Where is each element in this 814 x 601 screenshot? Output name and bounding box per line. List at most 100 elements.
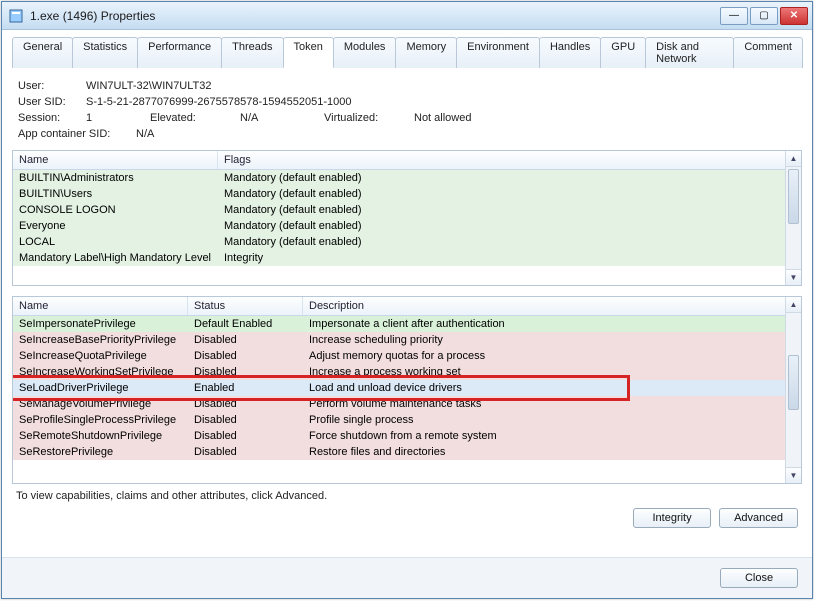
close-button[interactable]: Close bbox=[720, 568, 798, 588]
groups-scrollbar[interactable]: ▲ ▼ bbox=[785, 151, 801, 285]
privilege-row[interactable]: SeRestorePrivilegeDisabledRestore files … bbox=[13, 444, 785, 460]
tab-statistics[interactable]: Statistics bbox=[72, 37, 138, 68]
privilege-row[interactable]: SeImpersonatePrivilegeDefault EnabledImp… bbox=[13, 316, 785, 332]
scroll-down-icon[interactable]: ▼ bbox=[786, 467, 801, 483]
user-value: WIN7ULT-32\WIN7ULT32 bbox=[86, 78, 212, 94]
privilege-name: SeIncreaseBasePriorityPrivilege bbox=[13, 333, 188, 347]
group-row[interactable]: LOCALMandatory (default enabled) bbox=[13, 234, 785, 250]
group-flags: Mandatory (default enabled) bbox=[218, 187, 785, 201]
close-window-button[interactable]: ✕ bbox=[780, 7, 808, 25]
tab-modules[interactable]: Modules bbox=[333, 37, 397, 68]
tab-memory[interactable]: Memory bbox=[395, 37, 457, 68]
tab-strip: GeneralStatisticsPerformanceThreadsToken… bbox=[12, 36, 802, 68]
privilege-description: Load and unload device drivers bbox=[303, 381, 785, 395]
elevated-label: Elevated: bbox=[150, 110, 240, 126]
scroll-up-icon[interactable]: ▲ bbox=[786, 151, 801, 167]
scroll-thumb[interactable] bbox=[788, 355, 799, 410]
privilege-name: SeRestorePrivilege bbox=[13, 445, 188, 459]
minimize-button[interactable]: — bbox=[720, 7, 748, 25]
privilege-status: Disabled bbox=[188, 413, 303, 427]
group-row[interactable]: CONSOLE LOGONMandatory (default enabled) bbox=[13, 202, 785, 218]
advanced-button[interactable]: Advanced bbox=[719, 508, 798, 528]
appcontainer-label: App container SID: bbox=[18, 126, 136, 142]
privilege-row[interactable]: SeLoadDriverPrivilegeEnabledLoad and unl… bbox=[13, 380, 785, 396]
privilege-row[interactable]: SeIncreaseQuotaPrivilegeDisabledAdjust m… bbox=[13, 348, 785, 364]
group-name: CONSOLE LOGON bbox=[13, 203, 218, 217]
privilege-row[interactable]: SeProfileSingleProcessPrivilegeDisabledP… bbox=[13, 412, 785, 428]
groups-col-flags[interactable]: Flags bbox=[218, 151, 801, 169]
privilege-row[interactable]: SeRemoteShutdownPrivilegeDisabledForce s… bbox=[13, 428, 785, 444]
group-name: BUILTIN\Users bbox=[13, 187, 218, 201]
privilege-status: Disabled bbox=[188, 429, 303, 443]
user-label: User: bbox=[18, 78, 86, 94]
token-info: User: WIN7ULT-32\WIN7ULT32 User SID: S-1… bbox=[12, 74, 802, 150]
sid-label: User SID: bbox=[18, 94, 86, 110]
group-flags: Mandatory (default enabled) bbox=[218, 171, 785, 185]
priv-col-name[interactable]: Name bbox=[13, 297, 188, 315]
privilege-name: SeProfileSingleProcessPrivilege bbox=[13, 413, 188, 427]
priv-col-description[interactable]: Description bbox=[303, 297, 801, 315]
group-name: Everyone bbox=[13, 219, 218, 233]
group-row[interactable]: BUILTIN\UsersMandatory (default enabled) bbox=[13, 186, 785, 202]
group-name: BUILTIN\Administrators bbox=[13, 171, 218, 185]
privilege-status: Disabled bbox=[188, 397, 303, 411]
dialog-content: GeneralStatisticsPerformanceThreadsToken… bbox=[2, 30, 812, 557]
group-flags: Integrity bbox=[218, 251, 785, 265]
maximize-button[interactable]: ▢ bbox=[750, 7, 778, 25]
privileges-header[interactable]: Name Status Description bbox=[13, 297, 801, 316]
privilege-status: Disabled bbox=[188, 365, 303, 379]
properties-window: 1.exe (1496) Properties — ▢ ✕ GeneralSta… bbox=[1, 1, 813, 599]
privilege-name: SeIncreaseQuotaPrivilege bbox=[13, 349, 188, 363]
privilege-row[interactable]: SeIncreaseBasePriorityPrivilegeDisabledI… bbox=[13, 332, 785, 348]
scroll-up-icon[interactable]: ▲ bbox=[786, 297, 801, 313]
appcontainer-value: N/A bbox=[136, 126, 154, 142]
privilege-status: Disabled bbox=[188, 445, 303, 459]
virtualized-value: Not allowed bbox=[414, 110, 471, 126]
groups-header[interactable]: Name Flags bbox=[13, 151, 801, 170]
privileges-scrollbar[interactable]: ▲ ▼ bbox=[785, 297, 801, 483]
privilege-status: Disabled bbox=[188, 333, 303, 347]
integrity-button[interactable]: Integrity bbox=[633, 508, 711, 528]
dialog-footer: Close bbox=[2, 557, 812, 598]
tab-environment[interactable]: Environment bbox=[456, 37, 540, 68]
group-row[interactable]: EveryoneMandatory (default enabled) bbox=[13, 218, 785, 234]
tab-token[interactable]: Token bbox=[283, 37, 334, 68]
scroll-thumb[interactable] bbox=[788, 169, 799, 224]
privilege-description: Increase scheduling priority bbox=[303, 333, 785, 347]
privileges-list[interactable]: Name Status Description SeImpersonatePri… bbox=[12, 296, 802, 484]
privilege-status: Disabled bbox=[188, 349, 303, 363]
privilege-name: SeIncreaseWorkingSetPrivilege bbox=[13, 365, 188, 379]
group-flags: Mandatory (default enabled) bbox=[218, 219, 785, 233]
sid-value: S-1-5-21-2877076999-2675578578-159455205… bbox=[86, 94, 351, 110]
groups-col-name[interactable]: Name bbox=[13, 151, 218, 169]
elevated-value: N/A bbox=[240, 110, 300, 126]
tab-handles[interactable]: Handles bbox=[539, 37, 601, 68]
privilege-row[interactable]: SeManageVolumePrivilegeDisabledPerform v… bbox=[13, 396, 785, 412]
privilege-status: Default Enabled bbox=[188, 317, 303, 331]
groups-list[interactable]: Name Flags BUILTIN\AdministratorsMandato… bbox=[12, 150, 802, 286]
window-title: 1.exe (1496) Properties bbox=[30, 9, 720, 23]
tab-threads[interactable]: Threads bbox=[221, 37, 283, 68]
privilege-status: Enabled bbox=[188, 381, 303, 395]
app-icon bbox=[8, 8, 24, 24]
tab-general[interactable]: General bbox=[12, 37, 73, 68]
privilege-description: Impersonate a client after authenticatio… bbox=[303, 317, 785, 331]
privilege-description: Adjust memory quotas for a process bbox=[303, 349, 785, 363]
privilege-name: SeManageVolumePrivilege bbox=[13, 397, 188, 411]
tab-comment[interactable]: Comment bbox=[733, 37, 803, 68]
group-row[interactable]: BUILTIN\AdministratorsMandatory (default… bbox=[13, 170, 785, 186]
titlebar[interactable]: 1.exe (1496) Properties — ▢ ✕ bbox=[2, 2, 812, 30]
hint-text: To view capabilities, claims and other a… bbox=[12, 484, 802, 502]
scroll-down-icon[interactable]: ▼ bbox=[786, 269, 801, 285]
privilege-row[interactable]: SeIncreaseWorkingSetPrivilegeDisabledInc… bbox=[13, 364, 785, 380]
privilege-description: Perform volume maintenance tasks bbox=[303, 397, 785, 411]
priv-col-status[interactable]: Status bbox=[188, 297, 303, 315]
privilege-name: SeLoadDriverPrivilege bbox=[13, 381, 188, 395]
tab-performance[interactable]: Performance bbox=[137, 37, 222, 68]
tab-gpu[interactable]: GPU bbox=[600, 37, 646, 68]
group-row[interactable]: Mandatory Label\High Mandatory LevelInte… bbox=[13, 250, 785, 266]
virtualized-label: Virtualized: bbox=[324, 110, 414, 126]
privilege-description: Force shutdown from a remote system bbox=[303, 429, 785, 443]
group-flags: Mandatory (default enabled) bbox=[218, 235, 785, 249]
tab-disk-and-network[interactable]: Disk and Network bbox=[645, 37, 734, 68]
